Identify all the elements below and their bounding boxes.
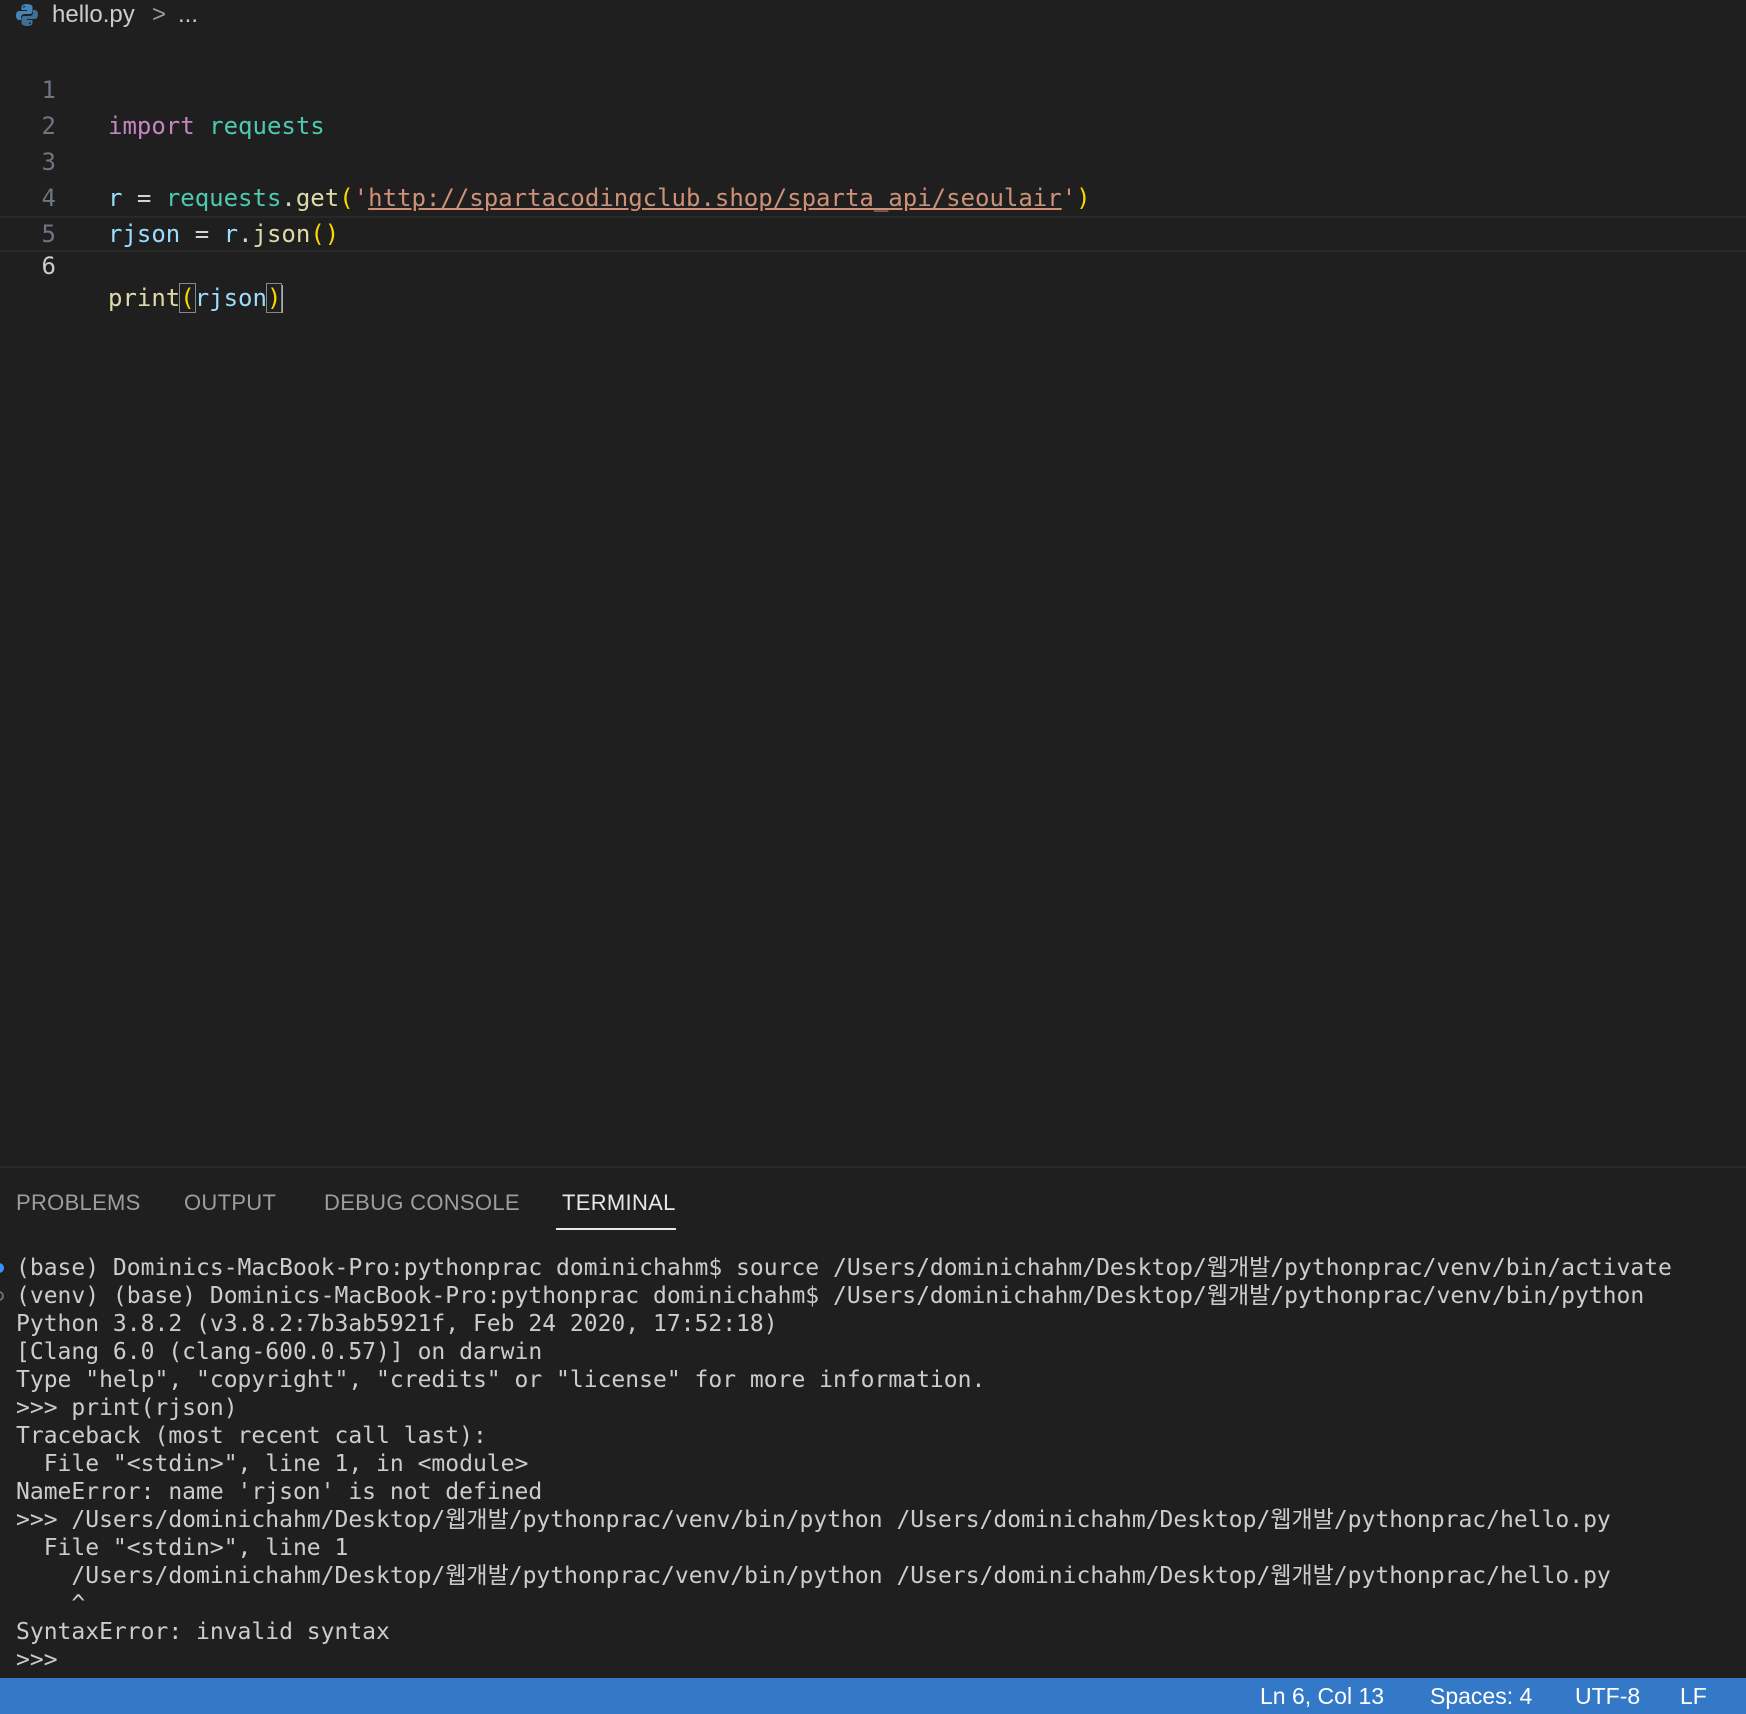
panel-tabs: PROBLEMS OUTPUT DEBUG CONSOLE TERMINAL	[0, 1168, 1746, 1232]
code-line[interactable]: 1 import requests	[0, 36, 1746, 140]
active-tab-indicator	[556, 1228, 676, 1230]
tab-output[interactable]: OUTPUT	[184, 1190, 276, 1216]
breadcrumb-more[interactable]: ...	[178, 0, 198, 30]
terminal-line: >>> print(rjson)	[16, 1395, 238, 1421]
terminal-line: [Clang 6.0 (clang-600.0.57)] on darwin	[16, 1339, 543, 1365]
command-running-dot-icon[interactable]	[0, 1291, 4, 1301]
bottom-panel: PROBLEMS OUTPUT DEBUG CONSOLE TERMINAL (…	[0, 1166, 1746, 1680]
breadcrumb-file[interactable]: hello.py	[52, 0, 135, 30]
code-line[interactable]: 4 rjson = r.json()	[0, 144, 1746, 248]
terminal-line: File "<stdin>", line 1, in <module>	[16, 1451, 529, 1477]
python-file-icon	[16, 4, 38, 26]
code-line[interactable]: 5	[0, 180, 1746, 248]
current-code-line[interactable]: 6 print(rjson)	[0, 216, 1746, 313]
encoding-setting[interactable]: UTF-8	[1575, 1678, 1640, 1714]
breadcrumb: hello.py > ...	[0, 0, 1746, 30]
terminal-line: Python 3.8.2 (v3.8.2:7b3ab5921f, Feb 24 …	[16, 1311, 778, 1337]
terminal-line: (venv) (base) Dominics-MacBook-Pro:pytho…	[16, 1283, 1645, 1309]
code-editor[interactable]: 1 import requests 2 3 r = requests.get('…	[0, 36, 1746, 1166]
terminal-line: Type "help", "copyright", "credits" or "…	[16, 1367, 986, 1393]
terminal-line: >>> /Users/dominichahm/Desktop/웹개발/pytho…	[16, 1507, 1611, 1533]
tab-terminal[interactable]: TERMINAL	[562, 1190, 676, 1216]
matched-bracket: (	[179, 283, 196, 313]
indentation-setting[interactable]: Spaces: 4	[1430, 1678, 1532, 1714]
function-token: print	[108, 284, 181, 312]
code-line[interactable]: 3 r = requests.get('http://spartacodingc…	[0, 108, 1746, 212]
terminal-line: Traceback (most recent call last):	[16, 1423, 487, 1449]
cursor-position[interactable]: Ln 6, Col 13	[1260, 1678, 1384, 1714]
matched-bracket: )	[265, 283, 283, 313]
text-cursor	[281, 285, 284, 313]
terminal-line: File "<stdin>", line 1	[16, 1535, 349, 1561]
terminal-prompt[interactable]: >>>	[16, 1646, 58, 1674]
terminal-line: (base) Dominics-MacBook-Pro:pythonprac d…	[16, 1255, 1672, 1281]
tab-problems[interactable]: PROBLEMS	[16, 1190, 141, 1216]
command-success-dot-icon[interactable]	[0, 1263, 4, 1273]
terminal-line: SyntaxError: invalid syntax	[16, 1619, 390, 1645]
terminal-line: /Users/dominichahm/Desktop/웹개발/pythonpra…	[16, 1563, 1611, 1589]
status-bar: Ln 6, Col 13 Spaces: 4 UTF-8 LF	[0, 1678, 1746, 1714]
chevron-right-icon: >	[152, 1, 167, 28]
code-line[interactable]: 2	[0, 72, 1746, 140]
variable-token: rjson	[194, 284, 267, 312]
line-number: 6	[41, 252, 56, 280]
terminal-line: NameError: name 'rjson' is not defined	[16, 1479, 543, 1505]
terminal-line: ^	[16, 1591, 86, 1617]
tab-debug-console[interactable]: DEBUG CONSOLE	[324, 1190, 520, 1216]
line-ending-setting[interactable]: LF	[1680, 1678, 1707, 1714]
